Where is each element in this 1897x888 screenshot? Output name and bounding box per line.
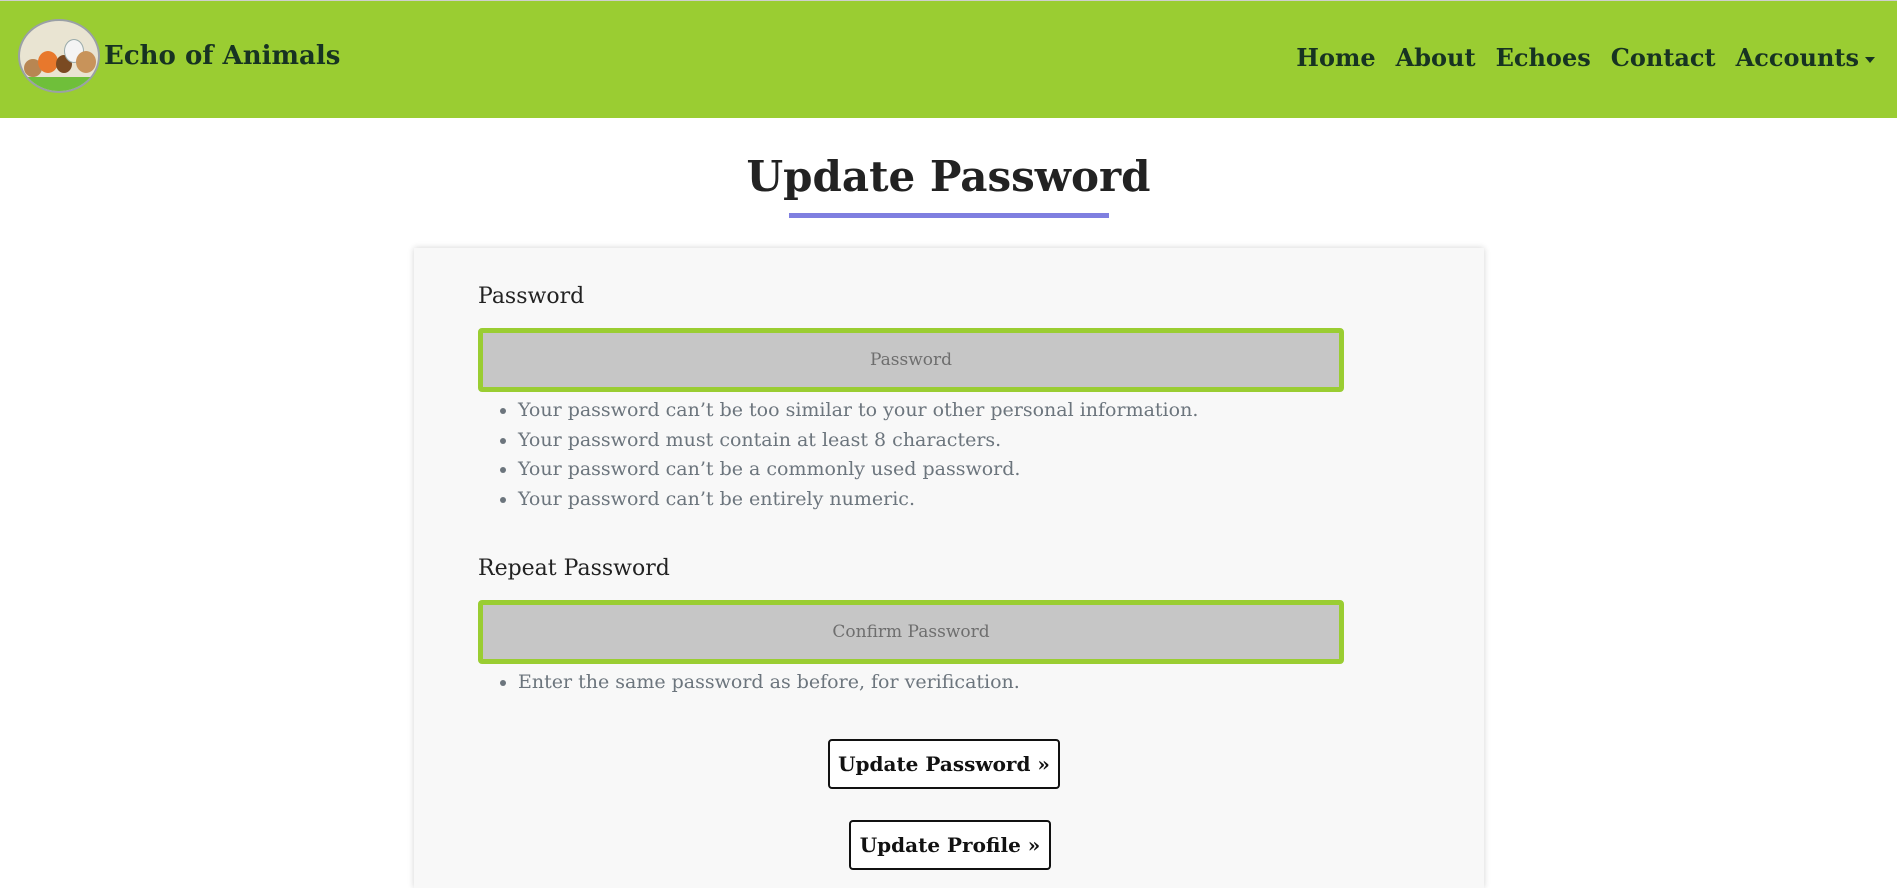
caret-down-icon — [1865, 56, 1875, 63]
animals-logo-icon — [18, 19, 100, 93]
password-help-item: Your password can’t be too similar to yo… — [518, 396, 1198, 426]
password-help-list: Your password can’t be too similar to yo… — [478, 396, 1198, 514]
repeat-password-label: Repeat Password — [478, 556, 670, 581]
nav-accounts-label: Accounts — [1735, 43, 1859, 72]
update-profile-button[interactable]: Update Profile » — [849, 820, 1051, 870]
repeat-password-help-list: Enter the same password as before, for v… — [478, 668, 1020, 698]
confirm-password-input[interactable] — [478, 600, 1344, 664]
password-help-item: Your password can’t be entirely numeric. — [518, 485, 1198, 515]
update-password-form: Password Your password can’t be too simi… — [414, 248, 1484, 888]
password-label: Password — [478, 284, 585, 309]
brand-name: Echo of Animals — [104, 41, 341, 71]
nav-home-link[interactable]: Home — [1296, 43, 1375, 72]
brand-link[interactable]: Echo of Animals — [18, 19, 340, 93]
nav-echoes-link[interactable]: Echoes — [1496, 43, 1591, 72]
nav-contact-link[interactable]: Contact — [1611, 43, 1716, 72]
title-underline — [789, 213, 1109, 218]
page-title: Update Password — [746, 152, 1151, 201]
nav-about-link[interactable]: About — [1396, 43, 1476, 72]
password-help-item: Your password can’t be a commonly used p… — [518, 455, 1198, 485]
update-password-button[interactable]: Update Password » — [828, 739, 1060, 789]
password-help-item: Your password must contain at least 8 ch… — [518, 426, 1198, 456]
repeat-password-help-item: Enter the same password as before, for v… — [518, 668, 1020, 698]
main-nav: Home About Echoes Contact Accounts — [1276, 43, 1875, 72]
navbar: Echo of Animals Home About Echoes Contac… — [0, 0, 1897, 118]
nav-accounts-dropdown[interactable]: Accounts — [1736, 43, 1875, 72]
password-input[interactable] — [478, 328, 1344, 392]
